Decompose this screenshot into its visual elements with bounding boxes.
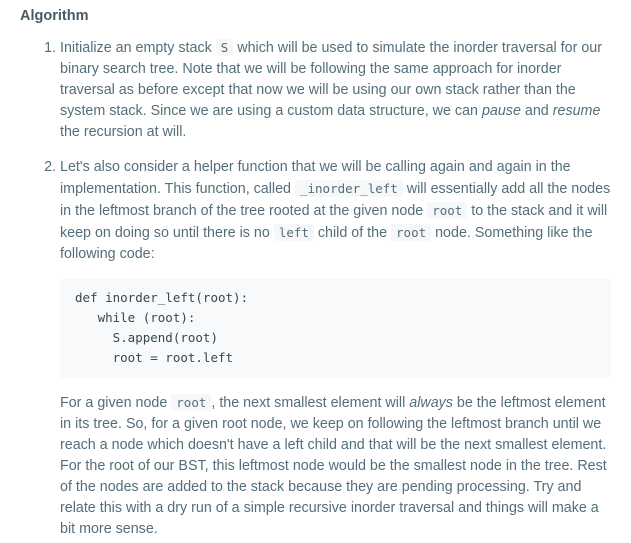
step-1: Initialize an empty stack S which will b… [60,37,611,143]
text-span: be the leftmost element in its tree. So,… [60,395,607,537]
code-line: def inorder_left(root): [75,290,249,305]
inline-code-function: _inorder_left [294,180,403,197]
text-span: and [520,103,553,119]
text-span: child of the [313,225,392,241]
section-heading: Algorithm [20,8,89,24]
inline-code-root: root [427,202,468,219]
algorithm-steps: Initialize an empty stack S which will b… [20,37,611,540]
text-span: Initialize an empty stack [60,40,216,56]
step-2-explanation: For a given node root, the next smallest… [60,392,611,540]
emphasis-pause: pause [481,103,521,119]
inline-code-stack: S [215,39,234,56]
inline-code-root: root [171,394,212,411]
emphasis-always: always [409,395,453,411]
step-2-text: Let's also consider a helper function th… [60,157,611,265]
article-content: Algorithm Initialize an empty stack S wh… [0,0,631,543]
step-2: Let's also consider a helper function th… [60,157,611,540]
text-span: , the next smallest element will [211,395,410,411]
text-span: the recursion at will. [60,124,187,140]
code-line: root = root.left [75,350,234,365]
code-block: def inorder_left(root): while (root): S.… [60,279,611,378]
code-line: while (root): [75,310,196,325]
code-line: S.append(root) [75,330,218,345]
inline-code-left: left [273,224,314,241]
emphasis-resume: resume [552,103,601,119]
step-1-text: Initialize an empty stack S which will b… [60,37,611,143]
text-span: For a given node [60,395,172,411]
inline-code-root: root [391,224,432,241]
